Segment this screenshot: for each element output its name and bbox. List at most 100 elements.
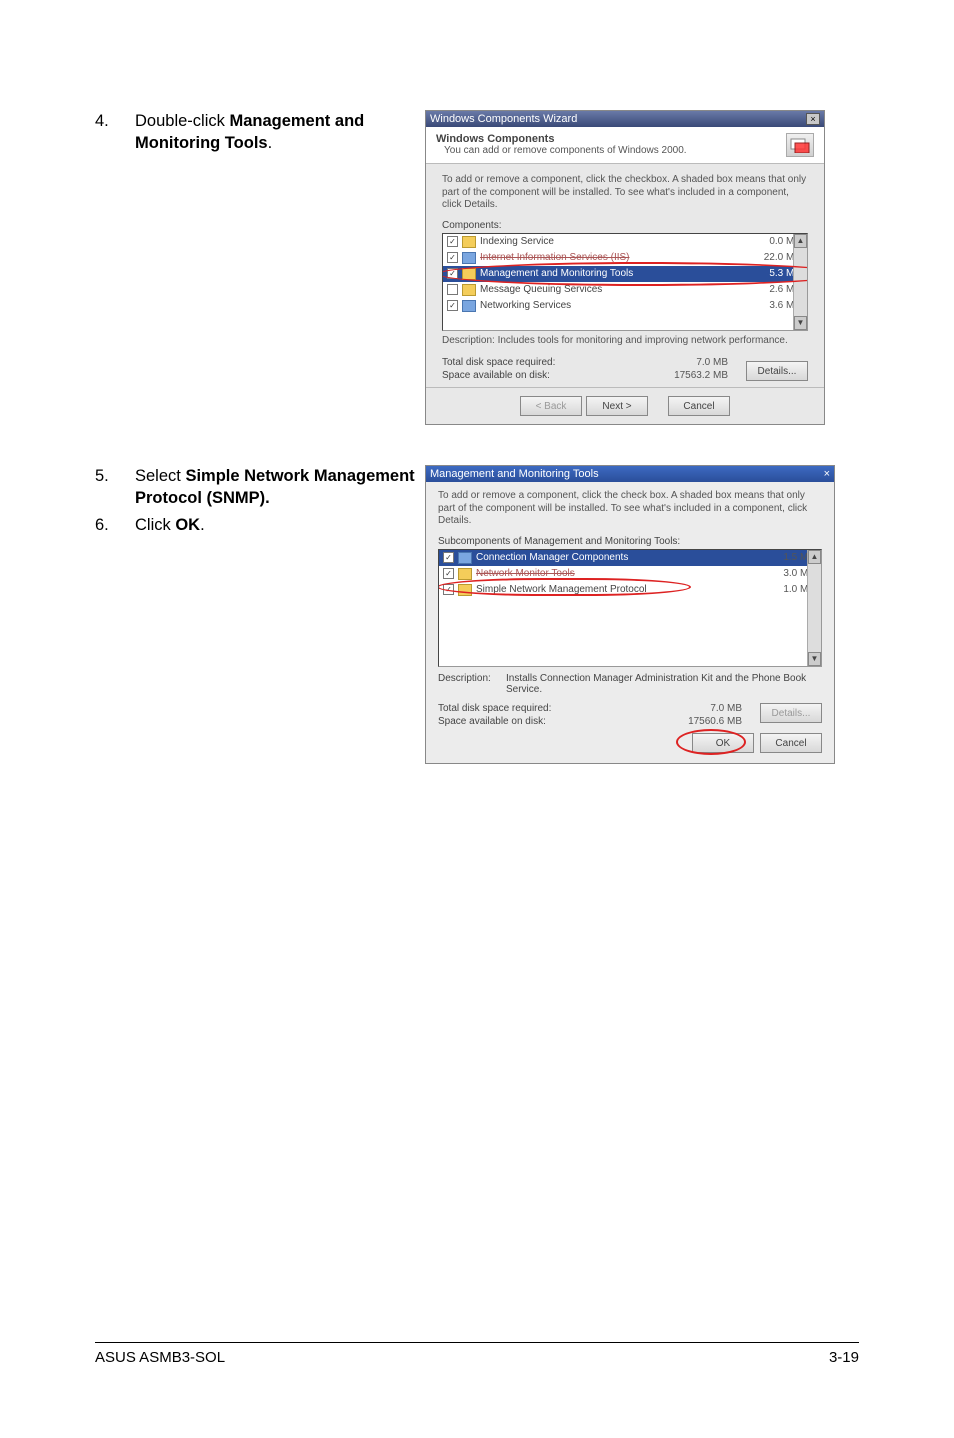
row-step4: 4. Double-click Management and Monitorin… bbox=[95, 110, 859, 425]
space-req-value: 7.0 MB bbox=[658, 357, 728, 368]
checkbox-icon[interactable]: ✓ bbox=[443, 584, 454, 595]
checkbox-icon[interactable]: ✓ bbox=[443, 552, 454, 563]
text-suffix: . bbox=[268, 134, 273, 152]
checkbox-icon[interactable]: ✓ bbox=[447, 268, 458, 279]
space-req-label: Total disk space required: bbox=[438, 703, 551, 714]
next-button[interactable]: Next > bbox=[586, 396, 648, 416]
space-required-line: Total disk space required: 7.0 MB bbox=[442, 357, 728, 368]
scrollbar[interactable]: ▲ ▼ bbox=[793, 234, 807, 330]
scroll-up-icon[interactable]: ▲ bbox=[808, 550, 821, 564]
step-text: Click OK. bbox=[135, 514, 425, 536]
details-button[interactable]: Details... bbox=[760, 703, 822, 723]
list-item[interactable]: ✓ Indexing Service 0.0 MB bbox=[443, 234, 807, 250]
instruction-step-6: 6. Click OK. bbox=[95, 514, 425, 536]
management-monitoring-dialog: Management and Monitoring Tools × To add… bbox=[425, 465, 835, 764]
scroll-up-icon[interactable]: ▲ bbox=[794, 234, 807, 248]
wizard2-button-row: OK Cancel bbox=[438, 733, 822, 753]
list-item-selected[interactable]: ✓ Management and Monitoring Tools 5.3 MB bbox=[443, 266, 807, 282]
annotation-circle bbox=[676, 729, 746, 755]
item-name: Message Queuing Services bbox=[480, 284, 747, 295]
wizard2-title: Management and Monitoring Tools bbox=[430, 468, 599, 480]
scrollbar[interactable]: ▲ ▼ bbox=[807, 550, 821, 666]
wizard1-body: To add or remove a component, click the … bbox=[426, 164, 824, 387]
checkbox-icon[interactable]: ✓ bbox=[443, 568, 454, 579]
step-number: 5. bbox=[95, 465, 135, 510]
space-available-line: Space available on disk: 17560.6 MB bbox=[438, 716, 742, 727]
wizard1-description: Description: Includes tools for monitori… bbox=[442, 335, 808, 348]
list-item[interactable]: ✓ Internet Information Services (IIS) 22… bbox=[443, 250, 807, 266]
space-avail-value: 17563.2 MB bbox=[658, 370, 728, 381]
wizard1-list-label: Components: bbox=[442, 220, 808, 231]
wizard2-titlebar: Management and Monitoring Tools × bbox=[426, 466, 834, 482]
system-icon bbox=[786, 133, 814, 157]
cancel-button[interactable]: Cancel bbox=[760, 733, 822, 753]
checkbox-icon[interactable]: ✓ bbox=[447, 236, 458, 247]
space-avail-label: Space available on disk: bbox=[442, 370, 550, 381]
wizard1-intro: To add or remove a component, click the … bbox=[442, 174, 808, 212]
item-name: Connection Manager Components bbox=[476, 552, 761, 563]
step-number: 6. bbox=[95, 514, 135, 536]
service-icon bbox=[462, 268, 476, 280]
footer-left: ASUS ASMB3-SOL bbox=[95, 1349, 225, 1366]
text-suffix: . bbox=[200, 516, 205, 534]
text-prefix: Double-click bbox=[135, 112, 229, 130]
checkbox-icon[interactable]: ✓ bbox=[447, 252, 458, 263]
page-footer: ASUS ASMB3-SOL 3-19 bbox=[95, 1342, 859, 1366]
instruction-step-4: 4. Double-click Management and Monitorin… bbox=[95, 110, 425, 155]
document-page: 4. Double-click Management and Monitorin… bbox=[0, 0, 954, 764]
checkbox-icon[interactable]: ✓ bbox=[447, 300, 458, 311]
wizard1-component-list[interactable]: ✓ Indexing Service 0.0 MB ✓ Internet Inf… bbox=[442, 233, 808, 331]
service-icon bbox=[462, 284, 476, 296]
instructions-block-1: 4. Double-click Management and Monitorin… bbox=[95, 110, 425, 155]
description-text: Includes tools for monitoring and improv… bbox=[498, 335, 788, 346]
wizard2-subcomponent-list[interactable]: ✓ Connection Manager Components 1.5 MB ✓… bbox=[438, 549, 822, 667]
step-text: Select Simple Network Management Protoco… bbox=[135, 465, 425, 510]
list-item-selected[interactable]: ✓ Connection Manager Components 1.5 MB bbox=[439, 550, 821, 566]
close-icon[interactable]: × bbox=[806, 113, 820, 125]
space-req-label: Total disk space required: bbox=[442, 357, 555, 368]
component-icon bbox=[458, 552, 472, 564]
instruction-step-5: 5. Select Simple Network Management Prot… bbox=[95, 465, 425, 510]
scroll-down-icon[interactable]: ▼ bbox=[808, 652, 821, 666]
item-name: Indexing Service bbox=[480, 236, 747, 247]
wizard1-button-row: < Back Next > Cancel bbox=[426, 387, 824, 424]
service-icon bbox=[462, 236, 476, 248]
instructions-block-2: 5. Select Simple Network Management Prot… bbox=[95, 465, 425, 536]
screenshot-wizard2: Management and Monitoring Tools × To add… bbox=[425, 465, 859, 764]
wizard2-intro: To add or remove a component, click the … bbox=[438, 490, 822, 528]
wizard2-description: Description: Installs Connection Manager… bbox=[438, 673, 822, 695]
list-item[interactable]: ✓ Networking Services 3.6 MB bbox=[443, 298, 807, 314]
space-required-line: Total disk space required: 7.0 MB bbox=[438, 703, 742, 714]
wizard1-heading: Windows Components bbox=[436, 133, 786, 145]
close-icon[interactable]: × bbox=[824, 468, 830, 480]
item-name: Internet Information Services (IIS) bbox=[480, 252, 747, 263]
scroll-down-icon[interactable]: ▼ bbox=[794, 316, 807, 330]
wizard2-list-label: Subcomponents of Management and Monitori… bbox=[438, 536, 822, 547]
service-icon bbox=[462, 252, 476, 264]
windows-components-wizard: Windows Components Wizard × Windows Comp… bbox=[425, 110, 825, 425]
component-icon bbox=[458, 568, 472, 580]
description-text: Installs Connection Manager Administrati… bbox=[506, 673, 822, 695]
step-number: 4. bbox=[95, 110, 135, 155]
step-text: Double-click Management and Monitoring T… bbox=[135, 110, 425, 155]
text-prefix: Click bbox=[135, 516, 175, 534]
wizard1-header: Windows Components You can add or remove… bbox=[426, 127, 824, 164]
wizard1-title: Windows Components Wizard bbox=[430, 113, 577, 125]
screenshot-wizard1: Windows Components Wizard × Windows Comp… bbox=[425, 110, 859, 425]
back-button[interactable]: < Back bbox=[520, 396, 582, 416]
item-name: Management and Monitoring Tools bbox=[480, 268, 747, 279]
item-name: Simple Network Management Protocol bbox=[476, 584, 761, 595]
list-item[interactable]: ✓ Simple Network Management Protocol 1.0… bbox=[439, 582, 821, 598]
cancel-button[interactable]: Cancel bbox=[668, 396, 730, 416]
space-available-line: Space available on disk: 17563.2 MB bbox=[442, 370, 728, 381]
list-item[interactable]: ✓ Network Monitor Tools 3.0 MB bbox=[439, 566, 821, 582]
details-button[interactable]: Details... bbox=[746, 361, 808, 381]
component-icon bbox=[458, 584, 472, 596]
checkbox-icon[interactable] bbox=[447, 284, 458, 295]
text-bold: OK bbox=[175, 516, 200, 534]
description-label: Description: bbox=[442, 335, 495, 346]
wizard2-body: To add or remove a component, click the … bbox=[426, 482, 834, 763]
description-label: Description: bbox=[438, 673, 506, 695]
list-item[interactable]: Message Queuing Services 2.6 MB bbox=[443, 282, 807, 298]
wizard1-titlebar: Windows Components Wizard × bbox=[426, 111, 824, 127]
